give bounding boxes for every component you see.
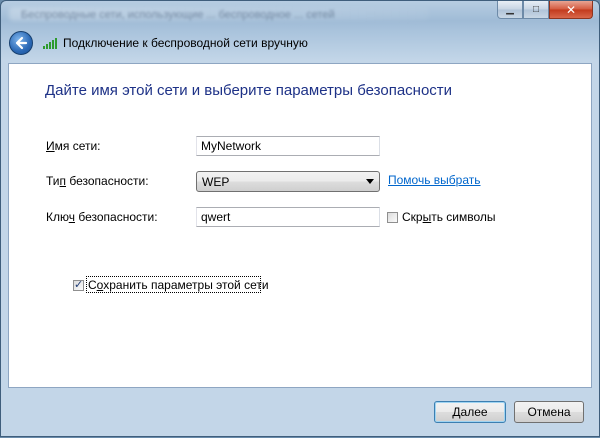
wireless-signal-icon (43, 37, 57, 49)
minimize-button[interactable]: ▁ (497, 1, 523, 19)
close-icon: ✕ (565, 2, 577, 17)
hide-characters-label[interactable]: Скрыть символы (402, 210, 496, 224)
security-type-value: WEP (202, 175, 230, 189)
hide-characters-label-accel: ы (422, 210, 432, 224)
dialog-window: Беспроводные сети, использующие ... бесп… (0, 0, 600, 437)
save-settings-label[interactable]: Сохранить параметры этой сети (88, 278, 269, 292)
security-type-label-text: безопасности: (66, 174, 149, 188)
network-name-label-accel: И (46, 139, 55, 153)
security-key-label-pre: Клю (46, 210, 69, 224)
dialog-footer: Далее Отмена (1, 388, 600, 438)
security-type-select[interactable]: WEP (196, 171, 380, 192)
security-key-label: Ключ безопасности: (46, 210, 158, 224)
main-instruction: Дайте имя этой сети и выберите параметры… (45, 82, 453, 99)
header-row: Подключение к беспроводной сети вручную (9, 31, 308, 55)
save-settings-label-text: хранить параметры этой сети (103, 278, 269, 292)
hide-characters-label-pre: Скр (402, 210, 423, 224)
save-settings-checkbox[interactable] (73, 278, 84, 291)
dialog-title: Подключение к беспроводной сети вручную (63, 36, 308, 50)
close-button[interactable]: ✕ (549, 1, 593, 19)
network-name-label-text: мя сети: (54, 139, 101, 153)
next-button-accel: Д (452, 405, 461, 419)
security-key-input[interactable]: qwert (196, 207, 380, 227)
security-type-label: Тип безопасности: (46, 174, 149, 188)
next-button-label: алее (460, 405, 488, 419)
back-arrow-icon (15, 36, 28, 50)
caption-buttons: ▁ □ ✕ (497, 1, 593, 19)
maximize-icon: □ (532, 4, 540, 15)
next-button[interactable]: Далее (434, 401, 506, 423)
security-key-label-text: безопасности: (75, 210, 158, 224)
hide-characters-label-text: ть символы (431, 210, 496, 224)
blurred-background-title: Беспроводные сети, использующие ... бесп… (21, 9, 335, 21)
security-type-label-pre: Ти (46, 174, 60, 188)
save-settings-label-pre: С (88, 278, 97, 292)
maximize-button[interactable]: □ (523, 1, 549, 19)
back-button[interactable] (9, 31, 33, 55)
network-name-input[interactable]: MyNetwork (196, 136, 380, 156)
help-choose-link[interactable]: Помочь выбрать (388, 173, 481, 187)
network-name-label: Имя сети: (46, 139, 101, 153)
minimize-icon: ▁ (506, 4, 514, 15)
hide-characters-checkbox[interactable] (387, 212, 398, 223)
cancel-button[interactable]: Отмена (514, 401, 584, 423)
content-panel: Дайте имя этой сети и выберите параметры… (8, 63, 592, 388)
chevron-down-icon (366, 179, 374, 184)
